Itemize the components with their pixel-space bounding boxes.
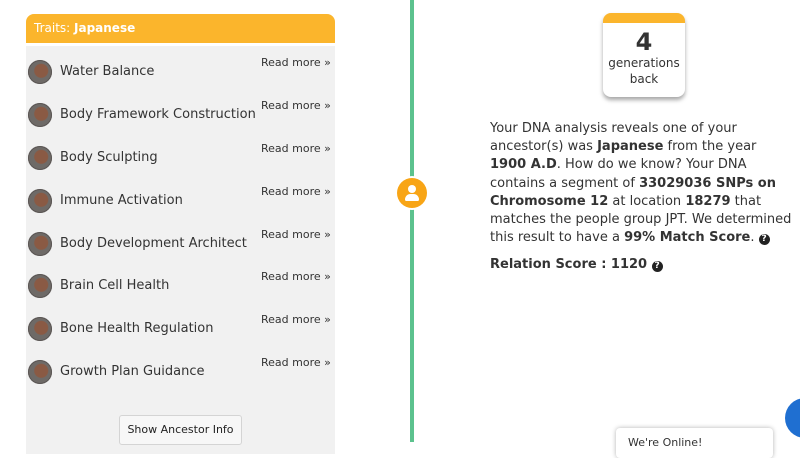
trait-label: Body Framework Construction [60,107,256,122]
desc-location: 18279 [685,193,731,209]
chat-widget[interactable]: We're Online! [616,428,773,458]
question-icon[interactable]: ? [651,261,663,272]
read-more-link[interactable]: Read more » [261,99,331,112]
trait-label: Body Development Architect [60,236,247,251]
chat-icon[interactable] [785,398,800,438]
read-more-link[interactable]: Read more » [261,228,331,241]
desc-match-score: 99% Match Score [624,230,751,246]
trait-item[interactable]: Growth Plan Guidance Read more » [26,356,335,396]
trait-label: Body Sculpting [60,150,158,165]
trait-label: Brain Cell Health [60,278,170,293]
trait-avatar-icon [28,317,52,341]
traits-header-prefix: Traits: [34,21,75,35]
desc-text: . [750,230,755,246]
trait-label: Growth Plan Guidance [60,364,205,379]
relation-value: 1120 [610,257,648,272]
read-more-link[interactable]: Read more » [261,356,331,369]
trait-avatar-icon [28,360,52,384]
generations-card: 4 generations back [603,13,685,97]
trait-label: Water Balance [60,64,155,79]
show-ancestor-info-button[interactable]: Show Ancestor Info [119,415,242,445]
trait-item[interactable]: Body Framework Construction Read more » [26,99,335,139]
traits-header-group: Japanese [74,21,136,35]
trait-item[interactable]: Immune Activation Read more » [26,185,335,225]
read-more-link[interactable]: Read more » [261,270,331,283]
read-more-link[interactable]: Read more » [261,56,331,69]
trait-item[interactable]: Water Balance Read more » [26,56,335,96]
read-more-link[interactable]: Read more » [261,185,331,198]
desc-text: at location [608,193,686,209]
generations-label-2: back [629,72,659,86]
traits-panel: Traits: Japanese Water Balance Read more… [26,14,335,454]
desc-year: 1900 A.D [490,157,557,173]
desc-text: from the year [663,139,757,155]
traits-header: Traits: Japanese [26,14,335,46]
relation-score: Relation Score : 1120 ? [490,257,663,272]
read-more-link[interactable]: Read more » [261,142,331,155]
generations-label-1: generations [608,56,680,70]
trait-item[interactable]: Brain Cell Health Read more » [26,270,335,310]
timeline-line [410,0,414,442]
trait-item[interactable]: Body Sculpting Read more » [26,142,335,182]
trait-avatar-icon [28,232,52,256]
question-icon[interactable]: ? [758,234,770,246]
relation-label: Relation Score : [490,257,611,272]
trait-avatar-icon [28,146,52,170]
trait-avatar-icon [28,189,52,213]
trait-avatar-icon [28,103,52,127]
generations-count: 4 [635,28,653,56]
trait-item[interactable]: Bone Health Regulation Read more » [26,313,335,353]
desc-group: Japanese [597,139,664,155]
trait-label: Bone Health Regulation [60,321,214,336]
ancestry-description: Your DNA analysis reveals one of your an… [490,120,795,247]
person-icon [397,178,427,208]
chat-text: We're Online! [628,436,703,449]
trait-item[interactable]: Body Development Architect Read more » [26,228,335,268]
trait-avatar-icon [28,60,52,84]
trait-label: Immune Activation [60,193,183,208]
read-more-link[interactable]: Read more » [261,313,331,326]
trait-avatar-icon [28,274,52,298]
